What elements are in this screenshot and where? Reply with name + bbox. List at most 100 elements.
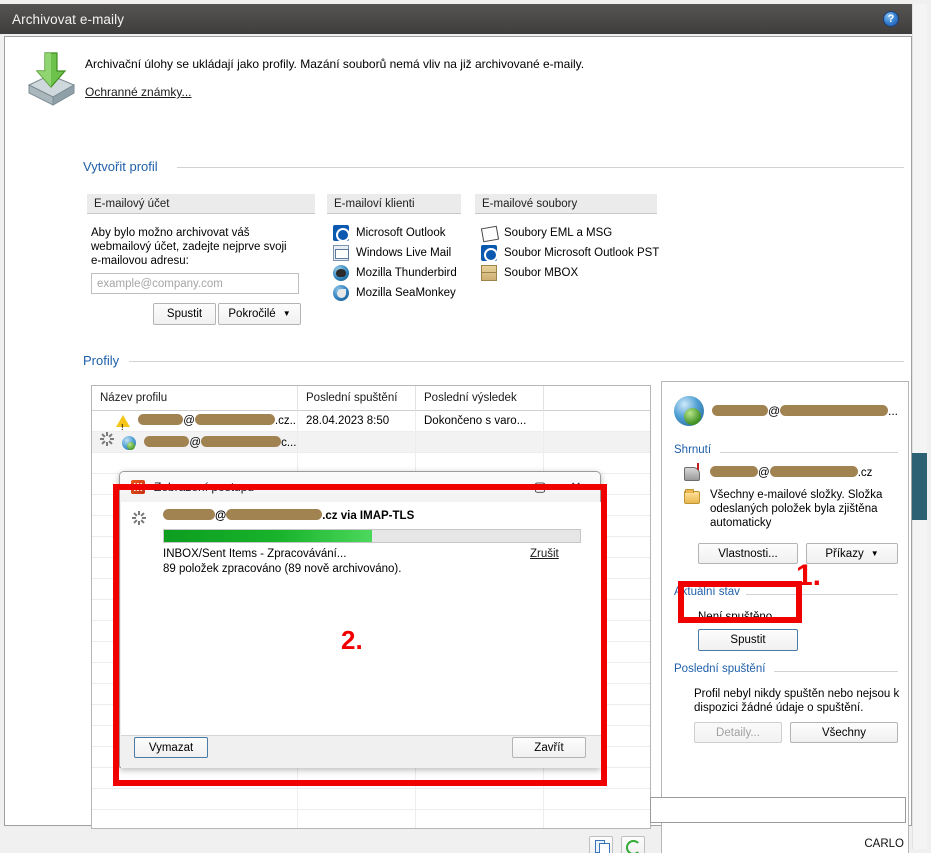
file-label-outlook-pst: Soubor Microsoft Outlook PST <box>504 247 660 259</box>
column-header-extra[interactable] <box>544 386 650 411</box>
create-profile-rule <box>177 167 904 168</box>
create-profile-heading: Vytvořit profil <box>83 159 165 174</box>
empty-cell <box>416 789 544 810</box>
last-run-rule <box>774 671 898 672</box>
account-run-button[interactable]: Spustit <box>153 303 216 325</box>
profile-name-cell: @ c... <box>92 432 298 453</box>
profiles-heading: Profily <box>83 353 127 368</box>
progress-status-line: INBOX/Sent Items - Zpracovávání... <box>163 548 347 560</box>
file-item-eml-msg[interactable]: Soubory EML a MSG <box>481 224 612 242</box>
column-header-last-run[interactable]: Poslední spuštění <box>298 386 416 411</box>
last-run-text-line2: dispozici žádné údaje o spuštění. <box>694 702 864 714</box>
thunderbird-icon <box>333 265 349 281</box>
at-sign: @ <box>758 467 770 479</box>
client-label-outlook: Microsoft Outlook <box>356 227 446 239</box>
empty-cell <box>298 768 416 789</box>
help-question-icon[interactable]: ? <box>883 11 899 27</box>
chevron-down-icon: ▼ <box>870 548 879 558</box>
profile-run-button[interactable]: Spustit <box>698 629 798 651</box>
current-state-heading: Aktuální stav <box>674 586 746 598</box>
annotation-marker-2: 2. <box>341 625 363 655</box>
clients-column-header: E-mailoví klienti <box>327 194 461 214</box>
client-item-thunderbird[interactable]: Mozilla Thunderbird <box>333 264 457 282</box>
account-advanced-button[interactable]: Pokročilé ▼ <box>218 303 301 325</box>
profile-name-cell: @ .cz... <box>92 411 298 432</box>
summary-folder-line1: Všechny e-mailové složky. Složka <box>710 489 883 501</box>
email-address-input[interactable] <box>91 273 299 294</box>
profile-extra-cell <box>544 432 650 453</box>
redacted-domain <box>194 414 275 426</box>
all-button[interactable]: Všechny <box>790 722 898 743</box>
spinner-icon <box>100 432 114 446</box>
redacted-name <box>144 436 190 448</box>
summary-rule <box>720 452 898 453</box>
cancel-link[interactable]: Zrušit <box>530 548 559 560</box>
app-icon <box>131 480 145 494</box>
vertical-scrollbar-track[interactable] <box>912 4 927 849</box>
refresh-button[interactable] <box>621 836 645 853</box>
status-bar-text: CARLO <box>864 838 904 850</box>
outlook-icon <box>333 225 350 242</box>
copy-button[interactable] <box>589 836 613 853</box>
minimize-icon[interactable]: — <box>486 472 522 502</box>
mailbox-suffix: .cz <box>857 467 873 479</box>
folder-icon <box>684 489 700 504</box>
account-desc-line2: webmailový účet, zadejte nejprve svoji <box>91 241 287 253</box>
table-row-empty[interactable] <box>92 789 650 810</box>
client-label-thunderbird: Mozilla Thunderbird <box>356 267 457 279</box>
archive-download-icon <box>27 52 76 106</box>
details-button[interactable]: Detaily... <box>694 722 782 743</box>
client-item-outlook[interactable]: Microsoft Outlook <box>333 224 445 242</box>
file-item-outlook-pst[interactable]: Soubor Microsoft Outlook PST <box>481 244 659 262</box>
redacted-domain <box>226 509 323 521</box>
last-run-heading: Poslední spuštění <box>674 663 772 675</box>
redacted-domain <box>780 404 888 416</box>
redacted-name <box>710 466 758 478</box>
intro-text: Archivační úlohy se ukládají jako profil… <box>85 57 585 71</box>
maximize-icon[interactable]: ▢ <box>522 472 558 502</box>
at-sign: @ <box>189 437 202 449</box>
account-advanced-label: Pokročilé <box>228 308 276 320</box>
at-sign: @ <box>183 415 195 427</box>
properties-button[interactable]: Vlastnosti... <box>698 543 798 564</box>
profile-last-run-cell <box>298 432 416 453</box>
table-row-empty[interactable] <box>92 768 650 789</box>
trademarks-link[interactable]: Ochranné známky... <box>85 85 192 99</box>
files-column-header: E-mailové soubory <box>475 194 657 214</box>
empty-cell <box>92 810 298 828</box>
current-state-status: Není spuštěno <box>698 611 773 623</box>
table-row[interactable]: @ c... <box>92 432 650 453</box>
empty-cell <box>416 810 544 828</box>
mailbox-icon <box>684 463 700 481</box>
clear-button[interactable]: Vymazat <box>134 737 208 758</box>
client-item-windows-live-mail[interactable]: Windows Live Mail <box>333 244 451 262</box>
profiles-rule <box>129 361 904 362</box>
redacted-domain <box>769 466 858 478</box>
client-label-windows-live-mail: Windows Live Mail <box>356 247 452 259</box>
table-row[interactable]: @ .cz... 28.04.2023 8:50 Dokončeno s varo… <box>92 411 650 432</box>
column-header-last-result[interactable]: Poslední výsledek <box>416 386 544 411</box>
file-item-mbox[interactable]: Soubor MBOX <box>481 264 578 282</box>
profile-detail-pane: @... Shrnutí @ .cz Všechny e-mailové slož… <box>661 381 909 853</box>
account-suffix: ... <box>887 404 898 418</box>
account-desc-line1: Aby bylo možno archivovat váš <box>91 227 250 239</box>
copy-icon <box>595 840 610 853</box>
summary-folder-line3: automaticky <box>710 517 772 529</box>
progress-bar-fill <box>164 530 372 542</box>
refresh-icon <box>626 840 641 853</box>
globe-download-icon <box>674 396 704 426</box>
empty-cell <box>544 810 650 828</box>
column-header-name[interactable]: Název profilu <box>92 386 298 411</box>
table-row-empty[interactable] <box>92 810 650 828</box>
profile-name-suffix: c... <box>281 437 297 449</box>
progress-dialog-title: Zobrazení postupu <box>154 480 255 494</box>
file-label-mbox: Soubor MBOX <box>504 267 579 279</box>
dialog-close-button[interactable]: Zavřít <box>512 737 586 758</box>
client-item-seamonkey[interactable]: Mozilla SeaMonkey <box>333 284 456 302</box>
detail-account-header: @... <box>674 396 898 426</box>
close-icon[interactable]: ✕ <box>558 472 594 502</box>
mbox-file-icon <box>481 265 497 281</box>
vertical-scrollbar-thumb[interactable] <box>912 453 927 520</box>
empty-cell <box>92 789 298 810</box>
detail-pane-footer <box>650 797 906 823</box>
